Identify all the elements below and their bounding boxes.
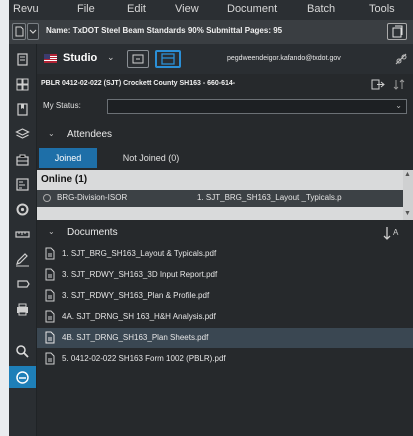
- file-icon[interactable]: [12, 23, 26, 40]
- chevron-down-icon[interactable]: ⌄: [107, 52, 115, 63]
- status-indicator-icon: [43, 194, 51, 202]
- scroll-up-icon[interactable]: ▲: [404, 171, 411, 178]
- attendees-section-header[interactable]: ⌄ Attendees: [37, 124, 413, 146]
- session-header: PBLR 0412-02-022 (SJT) Crockett County S…: [37, 74, 413, 96]
- document-item[interactable]: 5. 0412-02-022 SH163 Form 1002 (PBLR).pd…: [37, 349, 413, 369]
- tab-not-joined[interactable]: Not Joined (0): [101, 148, 201, 168]
- document-item[interactable]: 3. SJT_RDWY_SH163_Plan & Profile.pdf: [37, 286, 413, 306]
- app-window: Revu File Edit View Document Batch Tools…: [9, 0, 413, 436]
- document-item[interactable]: 1. SJT_BRG_SH163_Layout & Typicals.pdf: [37, 244, 413, 264]
- pages-value: 95: [273, 26, 283, 35]
- chevron-down-icon[interactable]: [27, 23, 39, 40]
- sessions-button[interactable]: [155, 50, 181, 68]
- document-name: Name: TxDOT Steel Beam Standards 90% Sub…: [46, 26, 282, 35]
- document-item[interactable]: 4A. SJT_DRNG_SH 163_H&H Analysis.pdf: [37, 307, 413, 327]
- pdf-file-icon: [45, 310, 55, 323]
- us-flag-icon: [44, 54, 57, 63]
- attendee-tabs: Joined Not Joined (0): [37, 148, 413, 168]
- my-status-select[interactable]: ⌄: [107, 99, 407, 114]
- document-name: 4A. SJT_DRNG_SH 163_H&H Analysis.pdf: [62, 312, 216, 321]
- measure-icon[interactable]: [15, 227, 30, 242]
- exit-session-icon[interactable]: [371, 78, 385, 91]
- left-toolbar: [9, 44, 36, 436]
- document-item[interactable]: 3. SJT_RDWY_SH163_3D Input Report.pdf: [37, 265, 413, 285]
- attendee-name: BRG-Division-ISOR: [57, 193, 128, 202]
- attendee-document: 1. SJT_BRG_SH163_Layout _Typicals.p: [197, 193, 342, 202]
- user-email: pegdweendeigor.kafando@txdot.gov: [227, 55, 341, 62]
- signatures-icon[interactable]: [15, 252, 30, 267]
- scroll-down-icon[interactable]: ▼: [404, 210, 411, 217]
- connection-icon[interactable]: [395, 53, 408, 65]
- attendee-scrollbar[interactable]: ▲ ▼: [403, 170, 413, 220]
- projects-button[interactable]: [127, 50, 149, 68]
- online-group-label: Online (1): [41, 174, 88, 185]
- document-name: 3. SJT_RDWY_SH163_3D Input Report.pdf: [62, 270, 218, 279]
- menu-bar: Revu File Edit View Document Batch Tools: [9, 0, 413, 20]
- layers-icon[interactable]: [15, 127, 30, 142]
- pdf-file-icon: [45, 289, 55, 302]
- settings-icon[interactable]: [15, 202, 30, 217]
- print-icon[interactable]: [15, 302, 30, 317]
- forms-icon[interactable]: [15, 177, 30, 192]
- document-name: 1. SJT_BRG_SH163_Layout & Typicals.pdf: [62, 249, 217, 258]
- attendee-list: Online (1) BRG-Division-ISOR 1. SJT_BRG_…: [37, 170, 413, 220]
- chevron-down-icon: ⌄: [395, 101, 402, 110]
- menu-tools[interactable]: Tools: [369, 3, 395, 15]
- studio-label[interactable]: Studio: [63, 52, 97, 64]
- my-status-label: My Status:: [43, 101, 81, 110]
- sort-documents-icon[interactable]: A: [381, 224, 405, 242]
- document-name: 3. SJT_RDWY_SH163_Plan & Profile.pdf: [62, 291, 210, 300]
- menu-view[interactable]: View: [175, 3, 199, 15]
- tab-joined[interactable]: Joined: [39, 148, 97, 168]
- search-icon[interactable]: [15, 344, 30, 359]
- pdf-file-icon: [45, 352, 55, 365]
- toolchest-icon[interactable]: [15, 152, 30, 167]
- documents-section-header[interactable]: ⌄ Documents A: [37, 222, 413, 244]
- bookmarks-icon[interactable]: [15, 102, 30, 117]
- menu-batch[interactable]: Batch: [307, 3, 335, 15]
- menu-edit[interactable]: Edit: [127, 3, 146, 15]
- document-info-bar: Name: TxDOT Steel Beam Standards 90% Sub…: [9, 20, 413, 44]
- document-name: 4B. SJT_DRNG_SH163_Plan Sheets.pdf: [62, 333, 209, 342]
- pdf-file-icon: [45, 331, 55, 344]
- chevron-down-icon: ⌄: [48, 227, 55, 236]
- attendees-title: Attendees: [67, 129, 113, 140]
- pages-icon[interactable]: [15, 52, 30, 67]
- documents-title: Documents: [67, 227, 118, 238]
- document-item-selected[interactable]: 4B. SJT_DRNG_SH163_Plan Sheets.pdf: [37, 328, 413, 348]
- menu-document[interactable]: Document: [227, 3, 277, 15]
- copy-icon[interactable]: [387, 23, 407, 40]
- menu-file[interactable]: File: [77, 3, 95, 15]
- svg-text:A: A: [393, 228, 399, 237]
- menu-revu[interactable]: Revu: [13, 3, 39, 15]
- name-label: Name:: [46, 26, 71, 35]
- studio-icon[interactable]: [15, 370, 30, 385]
- thumbnails-icon[interactable]: [15, 77, 30, 92]
- pdf-file-icon: [45, 247, 55, 260]
- attendee-row[interactable]: BRG-Division-ISOR 1. SJT_BRG_SH163_Layou…: [37, 190, 403, 207]
- pdf-file-icon: [45, 268, 55, 281]
- document-name: 5. 0412-02-022 SH163 Form 1002 (PBLR).pd…: [62, 354, 226, 363]
- name-value: TxDOT Steel Beam Standards 90% Submittal: [72, 26, 243, 35]
- pages-label: Pages:: [244, 26, 271, 35]
- sort-arrows-icon[interactable]: [393, 78, 405, 91]
- studio-panel: Studio ⌄ pegdweendeigor.kafando@txdot.go…: [37, 44, 413, 436]
- studio-toolbar: Studio ⌄ pegdweendeigor.kafando@txdot.go…: [37, 44, 413, 74]
- session-title: PBLR 0412-02-022 (SJT) Crockett County S…: [41, 80, 236, 87]
- shapes-icon[interactable]: [15, 277, 30, 292]
- my-status-row: My Status: ⌄: [37, 96, 413, 118]
- chevron-down-icon: ⌄: [48, 129, 55, 138]
